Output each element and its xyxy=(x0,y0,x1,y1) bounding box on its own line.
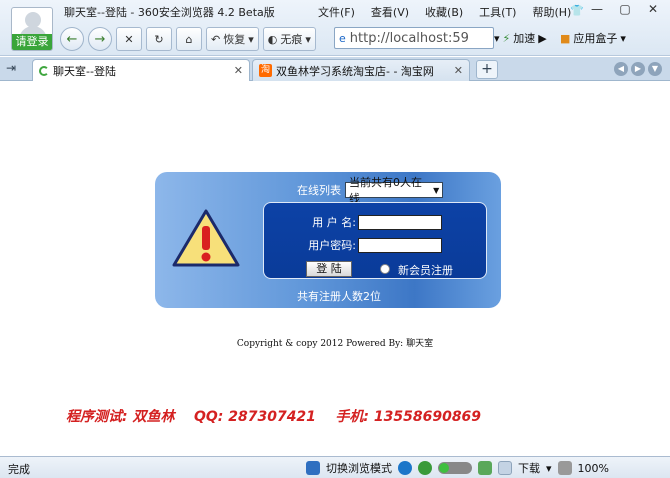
stop-icon: ✕ xyxy=(124,32,134,46)
tab-navigation: ◀ ▶ ▼ xyxy=(614,62,662,76)
password-row: 用户密码: xyxy=(264,237,442,253)
maximize-button[interactable]: ▢ xyxy=(618,2,632,16)
taobao-icon: 淘 xyxy=(259,64,272,77)
password-label: 用户密码: xyxy=(308,239,356,252)
online-users-select[interactable]: 当前共有0人在线 ▼ xyxy=(345,176,443,205)
tab-list-icon[interactable]: ▼ xyxy=(648,62,662,76)
address-dropdown-icon[interactable]: ▾ xyxy=(494,32,500,45)
warning-icon xyxy=(172,209,240,267)
close-tab-icon[interactable]: ✕ xyxy=(234,64,243,77)
back-button[interactable]: ← xyxy=(60,27,84,51)
tab-scroll-right-icon[interactable]: ▶ xyxy=(631,62,645,76)
browse-mode-icon xyxy=(306,461,320,475)
app-box-icon: ■ xyxy=(560,31,571,45)
address-text[interactable]: http://localhost:59 xyxy=(350,31,469,46)
home-icon: ⌂ xyxy=(185,32,193,46)
tab-label: 聊天室--登陆 xyxy=(53,64,116,78)
username-input[interactable] xyxy=(358,214,442,230)
browse-mode-switch[interactable]: 切换浏览模式 xyxy=(326,460,392,476)
menu-view[interactable]: 查看(V) xyxy=(371,4,409,20)
incognito-icon: ◐ xyxy=(267,32,278,46)
loading-icon xyxy=(39,65,49,76)
ie-icon[interactable] xyxy=(398,461,412,475)
window-controls: — ▢ ✕ xyxy=(590,2,660,16)
page-content: 在线列表 当前共有0人在线 ▼ 用 户 名: 用户密码: 登 陆 新会员注册 共… xyxy=(0,82,670,456)
chevron-down-icon: ▾ xyxy=(620,31,626,45)
incognito-button[interactable]: ◐ 无痕 ▾ xyxy=(262,27,316,51)
tab-chatroom-login[interactable]: 聊天室--登陆 ✕ xyxy=(32,59,250,81)
promo-text: 程序测试: 双鱼林 QQ: 287307421 手机: 13558690869 xyxy=(66,409,482,425)
sidebar-toggle-icon[interactable]: ⇥ xyxy=(6,61,16,75)
register-count: 共有注册人数2位 xyxy=(297,290,381,303)
refresh-button[interactable]: ↻ xyxy=(146,27,172,51)
online-list-row: 在线列表 当前共有0人在线 ▼ xyxy=(297,176,443,205)
login-panel: 在线列表 当前共有0人在线 ▼ 用 户 名: 用户密码: 登 陆 新会员注册 共… xyxy=(155,172,501,308)
username-row: 用 户 名: xyxy=(264,214,442,230)
home-button[interactable]: ⌂ xyxy=(176,27,202,51)
close-window-button[interactable]: ✕ xyxy=(646,2,660,16)
address-bar[interactable]: e http://localhost:59 xyxy=(334,27,494,49)
download-icon xyxy=(498,461,512,475)
tab-taobao[interactable]: 淘 双鱼林学习系统淘宝店- - 淘宝网 ✕ xyxy=(252,59,470,81)
go-icon[interactable]: ▶ xyxy=(538,32,546,45)
undo-icon: ↶ xyxy=(211,32,221,46)
app-box-button[interactable]: ■ 应用盒子 ▾ xyxy=(560,27,626,49)
menu-favorites[interactable]: 收藏(B) xyxy=(425,4,463,20)
chevron-down-icon[interactable]: ▾ xyxy=(546,462,552,475)
password-input[interactable] xyxy=(358,237,442,253)
forward-button[interactable]: → xyxy=(88,27,112,51)
forward-arrow-icon: → xyxy=(94,31,106,47)
app-box-label: 应用盒子 xyxy=(573,32,618,45)
new-tab-button[interactable]: + xyxy=(476,60,498,79)
chevron-down-icon: ▾ xyxy=(248,32,254,46)
boost-button[interactable]: ▾ ⚡ 加速 ▶ xyxy=(494,27,547,49)
lightning-icon: ⚡ xyxy=(502,31,511,45)
skin-icon[interactable]: 👕 xyxy=(570,4,584,17)
window-title: 聊天室--登陆 - 360安全浏览器 4.2 Beta版 xyxy=(64,6,275,19)
back-arrow-icon: ← xyxy=(66,31,78,47)
incognito-label: 无痕 xyxy=(280,33,303,46)
menu-tools[interactable]: 工具(T) xyxy=(479,4,516,20)
chevron-down-icon: ▾ xyxy=(305,32,311,46)
status-tools: 切换浏览模式 下载 ▾ 100% xyxy=(306,460,609,476)
tab-scroll-left-icon[interactable]: ◀ xyxy=(614,62,628,76)
browser-toolbar: 请登录 聊天室--登陆 - 360安全浏览器 4.2 Beta版 文件(F) 查… xyxy=(0,0,670,56)
menu-help[interactable]: 帮助(H) xyxy=(532,4,571,20)
refresh-icon: ↻ xyxy=(154,32,164,46)
page-icon: e xyxy=(339,31,346,45)
login-badge-button[interactable]: 请登录 xyxy=(12,34,52,50)
download-label[interactable]: 下载 xyxy=(518,460,540,476)
login-form: 用 户 名: 用户密码: 登 陆 新会员注册 xyxy=(263,202,487,279)
security-icon[interactable] xyxy=(418,461,432,475)
chevron-down-icon: ▼ xyxy=(433,185,440,195)
login-submit-button[interactable]: 登 陆 xyxy=(306,261,352,277)
minimize-button[interactable]: — xyxy=(590,2,604,16)
register-label[interactable]: 新会员注册 xyxy=(398,262,453,278)
menu-bar: 文件(F) 查看(V) 收藏(B) 工具(T) 帮助(H) xyxy=(318,4,571,20)
zoom-icon xyxy=(557,461,572,475)
close-tab-icon[interactable]: ✕ xyxy=(454,64,463,77)
register-radio[interactable] xyxy=(380,264,390,274)
extension-icon[interactable] xyxy=(478,461,492,475)
copyright-text: Copyright & copy 2012 Powered By: 聊天室 xyxy=(236,339,434,349)
stop-button[interactable]: ✕ xyxy=(116,27,142,51)
navigation-buttons: ← → ✕ ↻ ⌂ ↶ 恢复 ▾ ◐ 无痕 ▾ xyxy=(60,26,316,52)
tab-strip: ⇥ 聊天室--登陆 ✕ 淘 双鱼林学习系统淘宝店- - 淘宝网 ✕ + ◀ ▶ … xyxy=(0,57,670,81)
tab-label: 双鱼林学习系统淘宝店- - 淘宝网 xyxy=(276,64,434,78)
boost-label: 加速 xyxy=(513,32,536,45)
username-label: 用 户 名: xyxy=(312,216,356,229)
restore-label: 恢复 xyxy=(223,33,246,46)
online-list-label: 在线列表 xyxy=(297,184,341,197)
status-text: 完成 xyxy=(8,463,30,476)
acceleration-toggle[interactable] xyxy=(438,462,472,474)
restore-button[interactable]: ↶ 恢复 ▾ xyxy=(206,27,259,51)
zoom-level[interactable]: 100% xyxy=(578,462,609,475)
status-bar: 完成 切换浏览模式 下载 ▾ 100% xyxy=(0,456,670,478)
menu-file[interactable]: 文件(F) xyxy=(318,4,355,20)
user-avatar[interactable]: 请登录 xyxy=(11,7,53,51)
